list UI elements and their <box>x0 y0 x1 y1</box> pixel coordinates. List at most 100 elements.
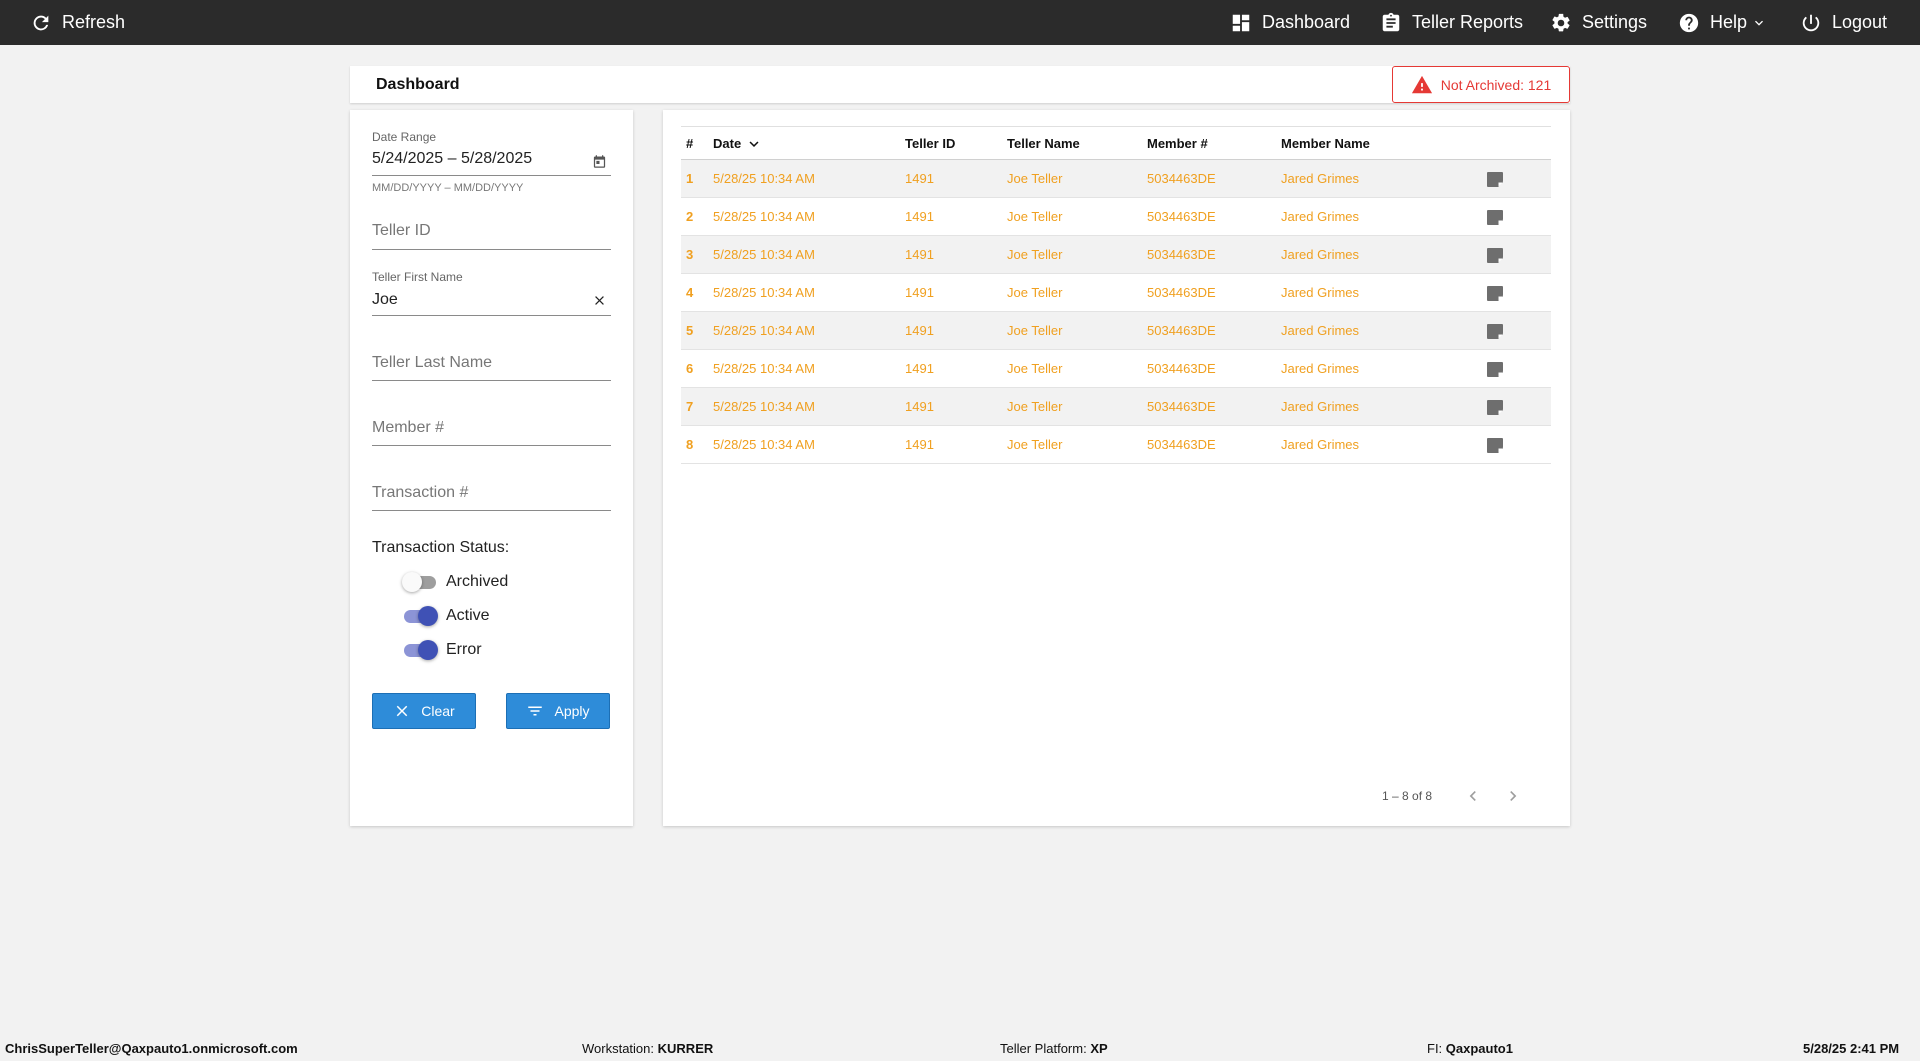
table-row[interactable]: 5 5/28/25 10:34 AM 1491 Joe Teller 50344… <box>681 312 1551 350</box>
cell-teller-name: Joe Teller <box>1007 285 1063 300</box>
footer-fi-label: FI: <box>1427 1041 1443 1056</box>
dashboard-icon <box>1232 14 1250 31</box>
member-number-field[interactable]: Member # <box>372 409 611 446</box>
cell-date: 5/28/25 10:34 AM <box>713 285 815 300</box>
footer-fi-value: Qaxpauto1 <box>1445 1041 1513 1056</box>
nav-dashboard-label: Dashboard <box>1262 12 1351 32</box>
cell-teller-id: 1491 <box>905 437 934 452</box>
table-header: # Date Teller ID Teller Name Member # Me… <box>681 126 1551 160</box>
date-range-label: Date Range <box>372 130 437 144</box>
cell-member-number: 5034463DE <box>1147 323 1216 338</box>
table-row[interactable]: 3 5/28/25 10:34 AM 1491 Joe Teller 50344… <box>681 236 1551 274</box>
cell-member-number: 5034463DE <box>1147 171 1216 186</box>
apply-button[interactable]: Apply <box>506 693 610 729</box>
cell-teller-id: 1491 <box>905 171 934 186</box>
table-row[interactable]: 2 5/28/25 10:34 AM 1491 Joe Teller 50344… <box>681 198 1551 236</box>
column-header-teller-id[interactable]: Teller ID <box>905 127 955 161</box>
cell-number: 1 <box>686 171 694 186</box>
note-icon[interactable] <box>1487 172 1503 187</box>
filter-icon <box>528 706 543 716</box>
cell-member-number: 5034463DE <box>1147 361 1216 376</box>
cell-date: 5/28/25 10:34 AM <box>713 209 815 224</box>
cell-teller-name: Joe Teller <box>1007 399 1063 414</box>
column-header-date-label: Date <box>713 136 742 151</box>
teller-id-field[interactable]: Teller ID <box>372 214 611 250</box>
nav-settings[interactable]: Settings <box>1550 0 1647 45</box>
table-row[interactable]: 4 5/28/25 10:34 AM 1491 Joe Teller 50344… <box>681 274 1551 312</box>
cell-date: 5/28/25 10:34 AM <box>713 247 815 262</box>
cell-teller-id: 1491 <box>905 247 934 262</box>
logout-button[interactable]: Logout <box>1800 0 1887 45</box>
footer-workstation-value: KURRER <box>657 1041 714 1056</box>
table-row[interactable]: 7 5/28/25 10:34 AM 1491 Joe Teller 50344… <box>681 388 1551 426</box>
active-label: Active <box>446 607 490 624</box>
date-range-value[interactable]: 5/24/2025 – 5/28/2025 <box>372 150 532 168</box>
clear-button[interactable]: Clear <box>372 693 476 729</box>
cell-date: 5/28/25 10:34 AM <box>713 399 815 414</box>
cell-date: 5/28/25 10:34 AM <box>713 437 815 452</box>
footer-datetime: 5/28/25 2:41 PM <box>1803 1041 1900 1056</box>
page-header: Dashboard Not Archived: 121 <box>350 66 1570 103</box>
cell-teller-name: Joe Teller <box>1007 171 1063 186</box>
not-archived-alert[interactable]: Not Archived: 121 <box>1392 66 1570 103</box>
warning-icon <box>1411 75 1432 93</box>
sort-desc-icon <box>749 141 759 147</box>
cell-number: 2 <box>686 209 694 224</box>
table-row[interactable]: 1 5/28/25 10:34 AM 1491 Joe Teller 50344… <box>681 160 1551 198</box>
nav-teller-reports-label: Teller Reports <box>1412 12 1524 32</box>
previous-page-button[interactable] <box>1463 786 1483 806</box>
table-row[interactable]: 8 5/28/25 10:34 AM 1491 Joe Teller 50344… <box>681 426 1551 464</box>
teller-first-name-label: Teller First Name <box>372 270 463 284</box>
note-icon[interactable] <box>1487 400 1503 415</box>
refresh-icon <box>33 15 49 30</box>
teller-id-placeholder: Teller ID <box>372 222 431 239</box>
table-row[interactable]: 6 5/28/25 10:34 AM 1491 Joe Teller 50344… <box>681 350 1551 388</box>
date-range-field[interactable]: Date Range 5/24/2025 – 5/28/2025 <box>372 130 611 176</box>
refresh-button[interactable]: Refresh <box>30 0 125 45</box>
next-page-button[interactable] <box>1503 786 1523 806</box>
cell-member-number: 5034463DE <box>1147 247 1216 262</box>
status-error-row: Error <box>402 640 482 660</box>
cell-number: 5 <box>686 323 694 338</box>
archived-toggle[interactable] <box>402 572 438 592</box>
footer-platform: Teller Platform: XP <box>1000 1041 1108 1056</box>
column-header-member-name[interactable]: Member Name <box>1281 127 1370 161</box>
nav-dashboard[interactable]: Dashboard <box>1230 0 1350 45</box>
nav-help-menu[interactable]: Help <box>1678 0 1767 45</box>
cell-teller-name: Joe Teller <box>1007 247 1063 262</box>
cell-teller-name: Joe Teller <box>1007 209 1063 224</box>
note-icon[interactable] <box>1487 210 1503 225</box>
column-header-member-number[interactable]: Member # <box>1147 127 1208 161</box>
teller-first-name-field[interactable]: Teller First Name Joe <box>372 260 611 316</box>
column-header-date[interactable]: Date <box>713 127 763 161</box>
calendar-icon[interactable] <box>592 154 607 174</box>
footer-workstation-label: Workstation: <box>582 1041 655 1056</box>
cell-number: 7 <box>686 399 694 414</box>
clear-button-label: Clear <box>421 703 455 719</box>
note-icon[interactable] <box>1487 362 1503 377</box>
error-toggle[interactable] <box>402 640 438 660</box>
cell-teller-id: 1491 <box>905 323 934 338</box>
note-icon[interactable] <box>1487 286 1503 301</box>
cell-member-name: Jared Grimes <box>1281 399 1360 414</box>
nav-teller-reports[interactable]: Teller Reports <box>1380 0 1523 45</box>
active-toggle[interactable] <box>402 606 438 626</box>
cell-member-number: 5034463DE <box>1147 399 1216 414</box>
close-icon[interactable] <box>592 293 607 313</box>
note-icon[interactable] <box>1487 248 1503 263</box>
transaction-number-field[interactable]: Transaction # <box>372 474 611 511</box>
cell-teller-id: 1491 <box>905 209 934 224</box>
chevron-left-icon <box>1469 791 1476 801</box>
status-active-row: Active <box>402 606 490 626</box>
note-icon[interactable] <box>1487 324 1503 339</box>
cell-teller-id: 1491 <box>905 361 934 376</box>
cell-member-name: Jared Grimes <box>1281 247 1360 262</box>
teller-last-name-field[interactable]: Teller Last Name <box>372 344 611 381</box>
cell-member-number: 5034463DE <box>1147 285 1216 300</box>
cell-member-name: Jared Grimes <box>1281 437 1360 452</box>
teller-first-name-value[interactable]: Joe <box>372 291 398 309</box>
error-label: Error <box>446 641 482 658</box>
not-archived-text: Not Archived: 121 <box>1440 76 1552 93</box>
column-header-teller-name[interactable]: Teller Name <box>1007 127 1080 161</box>
note-icon[interactable] <box>1487 438 1503 453</box>
